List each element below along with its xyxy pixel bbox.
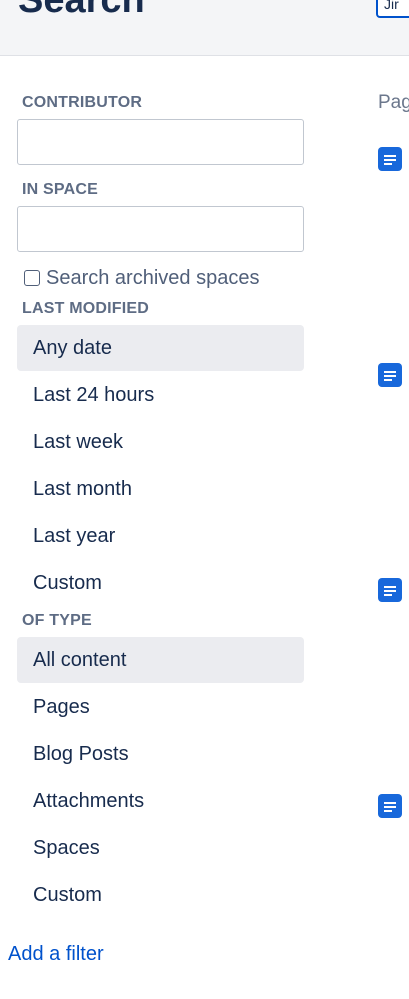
add-filter-link[interactable]: Add a filter [8,943,104,966]
last-modified-option-any-date[interactable]: Any date [17,325,304,371]
of-type-option-spaces[interactable]: Spaces [17,825,304,871]
page-icon[interactable] [378,147,402,171]
last-modified-option-last-24-hours[interactable]: Last 24 hours [17,372,304,418]
archived-spaces-label: Search archived spaces [46,266,260,289]
results-heading: Pag [378,92,409,113]
contributor-field[interactable] [17,119,304,165]
of-type-option-pages[interactable]: Pages [17,684,304,730]
last-modified-option-last-week[interactable]: Last week [17,419,304,465]
page-icon[interactable] [378,363,402,387]
search-input[interactable]: Jir [376,0,409,18]
of-type-option-all-content[interactable]: All content [17,637,304,683]
of-type-option-custom[interactable]: Custom [17,872,304,918]
last-modified-option-last-month[interactable]: Last month [17,466,304,512]
of-type-label: OF TYPE [22,612,92,629]
page-icon[interactable] [378,578,402,602]
of-type-option-attachments[interactable]: Attachments [17,778,304,824]
in-space-field[interactable] [17,206,304,252]
page-title: Search [18,0,145,21]
archived-spaces-row[interactable]: Search archived spaces [24,266,259,290]
page-icon[interactable] [378,794,402,818]
last-modified-option-last-year[interactable]: Last year [17,513,304,559]
last-modified-label: LAST MODIFIED [22,300,150,317]
page-header: Search Jir [0,0,409,56]
last-modified-option-custom[interactable]: Custom [17,560,304,606]
in-space-label: IN SPACE [22,181,98,198]
contributor-label: CONTRIBUTOR [22,94,143,111]
archived-spaces-checkbox[interactable] [24,270,40,286]
search-page: Search Jir CONTRIBUTOR IN SPACE Search a… [0,0,409,999]
of-type-option-blog-posts[interactable]: Blog Posts [17,731,304,777]
